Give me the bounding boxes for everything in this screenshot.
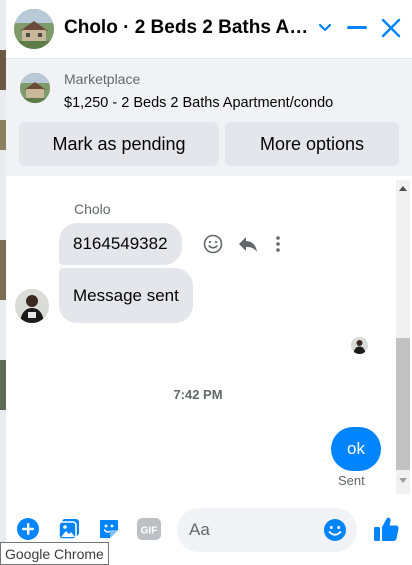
minimize-icon[interactable] [344, 15, 370, 41]
listing-title[interactable]: $1,250 - 2 Beds 2 Baths Apartment/condo [64, 95, 333, 111]
svg-text:GIF: GIF [141, 526, 158, 537]
chevron-down-icon[interactable] [312, 15, 338, 41]
reply-icon[interactable] [237, 233, 259, 255]
contact-avatar[interactable] [14, 9, 54, 49]
scroll-down-arrow[interactable] [399, 478, 407, 483]
add-icon[interactable] [15, 516, 41, 542]
gif-icon[interactable]: GIF [136, 516, 162, 542]
message-input-wrapper [177, 508, 357, 552]
my-message-bubble[interactable]: ok [331, 427, 381, 471]
sender-avatar[interactable] [15, 289, 49, 323]
mark-as-pending-button[interactable]: Mark as pending [19, 122, 219, 166]
close-icon[interactable] [378, 15, 404, 41]
message-text: 8164549382 [73, 234, 168, 253]
message-timestamp: 7:42 PM [173, 387, 223, 402]
message-text: Message sent [73, 285, 179, 305]
message-bubble[interactable]: Message sent [59, 268, 193, 323]
scroll-thumb[interactable] [396, 338, 410, 470]
image-icon[interactable] [56, 516, 82, 542]
app-tooltip: Google Chrome [0, 542, 109, 565]
message-input[interactable] [189, 508, 319, 552]
more-actions-icon[interactable] [272, 233, 284, 255]
my-message-text: ok [347, 439, 365, 458]
listing-thumbnail[interactable] [20, 73, 50, 103]
chat-header: Cholo · 2 Beds 2 Baths Apa... [6, 0, 412, 58]
scroll-up-arrow[interactable] [399, 186, 407, 191]
seen-avatar [351, 337, 368, 354]
emoji-icon[interactable] [323, 518, 347, 547]
marketplace-label: Marketplace [64, 71, 141, 87]
react-emoji-icon[interactable] [202, 233, 224, 255]
sticker-icon[interactable] [96, 516, 122, 542]
chat-title[interactable]: Cholo · 2 Beds 2 Baths Apa... [64, 17, 314, 39]
message-bubble[interactable]: 8164549382 [59, 223, 182, 265]
sent-status: Sent [338, 473, 365, 488]
marketplace-panel: Marketplace $1,250 - 2 Beds 2 Baths Apar… [6, 58, 412, 176]
sender-name: Cholo [74, 201, 111, 217]
conversation-scrollbar[interactable] [396, 180, 410, 494]
more-options-button[interactable]: More options [225, 122, 399, 166]
like-icon[interactable] [371, 514, 401, 544]
chat-window: Cholo · 2 Beds 2 Baths Apa... Marketplac… [6, 0, 412, 565]
